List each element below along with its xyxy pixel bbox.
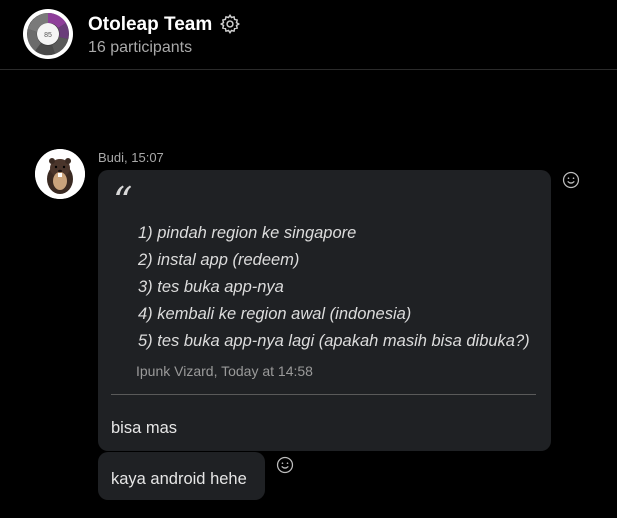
quote-line: 2) instal app (redeem)	[138, 251, 300, 269]
sender-avatar[interactable]	[35, 149, 85, 199]
quoted-message: 1) pindah region ke singapore 2) instal …	[138, 220, 538, 355]
quote-mark: “	[113, 179, 133, 223]
quote-line: 1) pindah region ke singapore	[138, 224, 357, 242]
group-avatar[interactable]: 85	[23, 9, 73, 59]
chat-window: 85 Otoleap Team 16 participants Budi, 15…	[0, 0, 617, 518]
message-bubble[interactable]: “ 1) pindah region ke singapore 2) insta…	[98, 170, 551, 451]
beaver-icon	[35, 149, 85, 199]
group-avatar-icon: 85	[27, 12, 69, 56]
message-text: bisa mas	[111, 419, 178, 437]
chat-header: 85 Otoleap Team 16 participants	[0, 0, 617, 70]
quote-divider	[111, 394, 536, 395]
participants-count[interactable]: 16 participants	[88, 38, 192, 58]
message-meta: Budi, 15:07	[98, 150, 164, 165]
quote-line: 3) tes buka app-nya	[138, 278, 284, 296]
message-bubble[interactable]: kaya android hehe	[98, 452, 265, 500]
avatar-badge-text: 85	[44, 32, 52, 39]
quote-attribution[interactable]: Ipunk Vizard, Today at 14:58	[136, 362, 313, 380]
quote-line: 4) kembali ke region awal (indonesia)	[138, 305, 412, 323]
smiley-icon[interactable]	[276, 456, 294, 474]
gear-icon[interactable]	[219, 13, 241, 35]
message-text: kaya android hehe	[111, 470, 247, 488]
quote-line: 5) tes buka app-nya lagi (apakah masih b…	[138, 332, 530, 350]
group-title[interactable]: Otoleap Team	[88, 13, 212, 37]
smiley-icon[interactable]	[562, 171, 580, 189]
